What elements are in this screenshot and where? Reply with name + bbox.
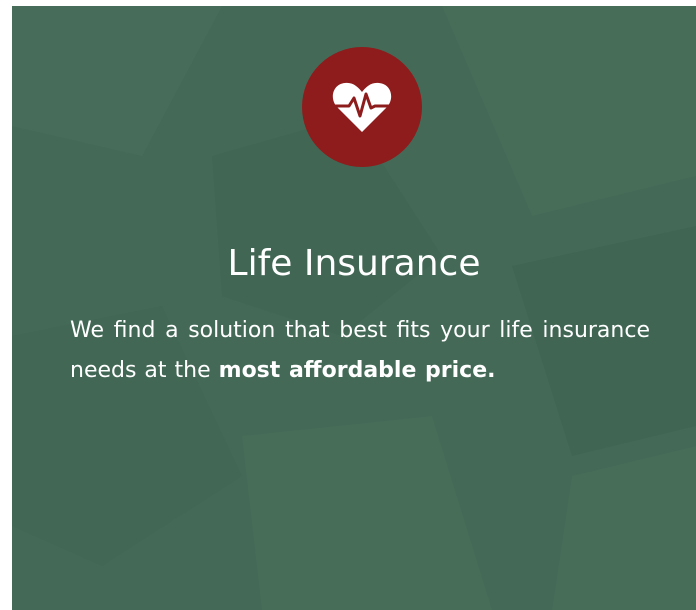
heart-pulse-icon	[331, 82, 393, 132]
description-emphasis: most affordable price.	[218, 358, 496, 383]
card-title: Life Insurance	[227, 243, 481, 284]
life-insurance-card: Life Insurance We find a solution that b…	[12, 6, 696, 610]
icon-badge	[302, 47, 422, 167]
card-description: We find a solution that best fits your l…	[70, 311, 650, 391]
